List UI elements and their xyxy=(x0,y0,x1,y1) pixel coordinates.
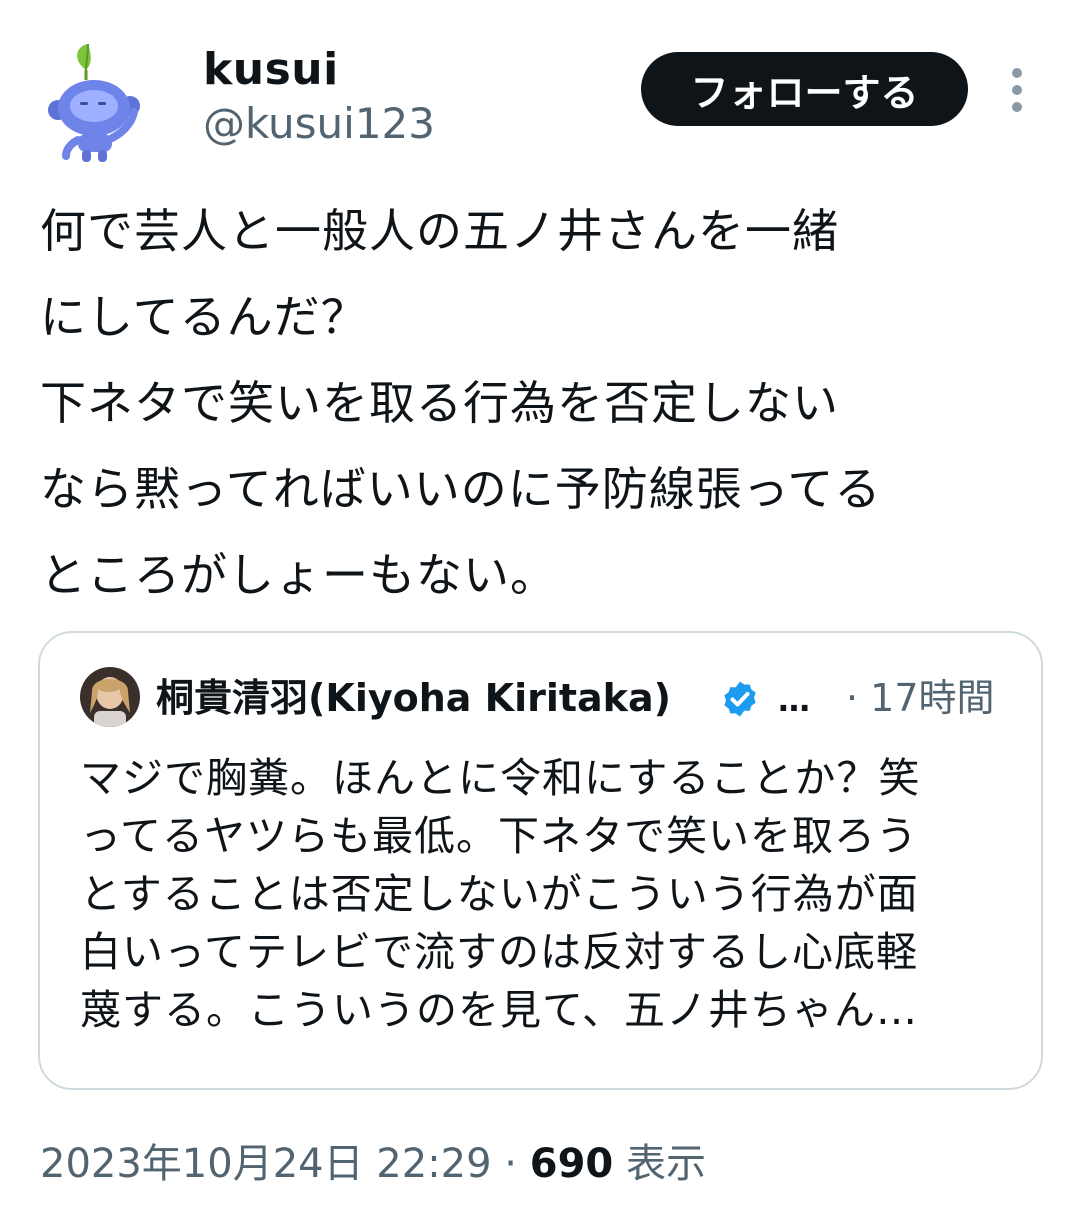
robot-avatar-icon xyxy=(48,43,140,162)
verified-badge-icon xyxy=(724,681,756,717)
more-dot xyxy=(1012,102,1022,112)
quoted-name-truncation: … xyxy=(778,681,810,719)
quoted-tweet-text: マジで胸糞。ほんとに令和にすることか？笑 ってるヤツらも最低。下ネタで笑いを取ろ… xyxy=(80,754,921,1034)
more-dot xyxy=(1012,85,1022,95)
author-display-name[interactable]: kusui xyxy=(203,44,339,96)
photo-avatar-icon xyxy=(80,667,140,727)
more-options-icon[interactable] xyxy=(1000,60,1034,120)
meta-separator: · xyxy=(491,1141,530,1187)
author-avatar[interactable] xyxy=(42,40,154,164)
tweet-detail: kusui @kusui123 フォローする 何で芸人と一般人の五ノ井さんを一緒… xyxy=(0,0,1080,1222)
quoted-tweet-card[interactable]: 桐貴清羽(Kiyoha Kiritaka) … · 17時間 マジで胸糞。ほんと… xyxy=(38,631,1043,1090)
author-handle[interactable]: @kusui123 xyxy=(203,98,435,150)
quoted-timestamp[interactable]: · 17時間 xyxy=(846,673,995,723)
view-count[interactable]: 690 xyxy=(530,1141,614,1187)
more-dot xyxy=(1012,68,1022,78)
tweet-meta: 2023年10月24日 22:29 · 690 表示 xyxy=(40,1136,706,1192)
tweet-text: 何で芸人と一般人の五ノ井さんを一緒 にしてるんだ？ 下ネタで笑いを取る行為を否定… xyxy=(40,204,882,602)
follow-button[interactable]: フォローする xyxy=(641,52,968,126)
quoted-author-name[interactable]: 桐貴清羽(Kiyoha Kiritaka) xyxy=(156,673,671,723)
tweet-datetime[interactable]: 2023年10月24日 22:29 xyxy=(40,1141,492,1187)
quoted-author-avatar[interactable] xyxy=(80,667,140,727)
view-label: 表示 xyxy=(613,1141,706,1187)
